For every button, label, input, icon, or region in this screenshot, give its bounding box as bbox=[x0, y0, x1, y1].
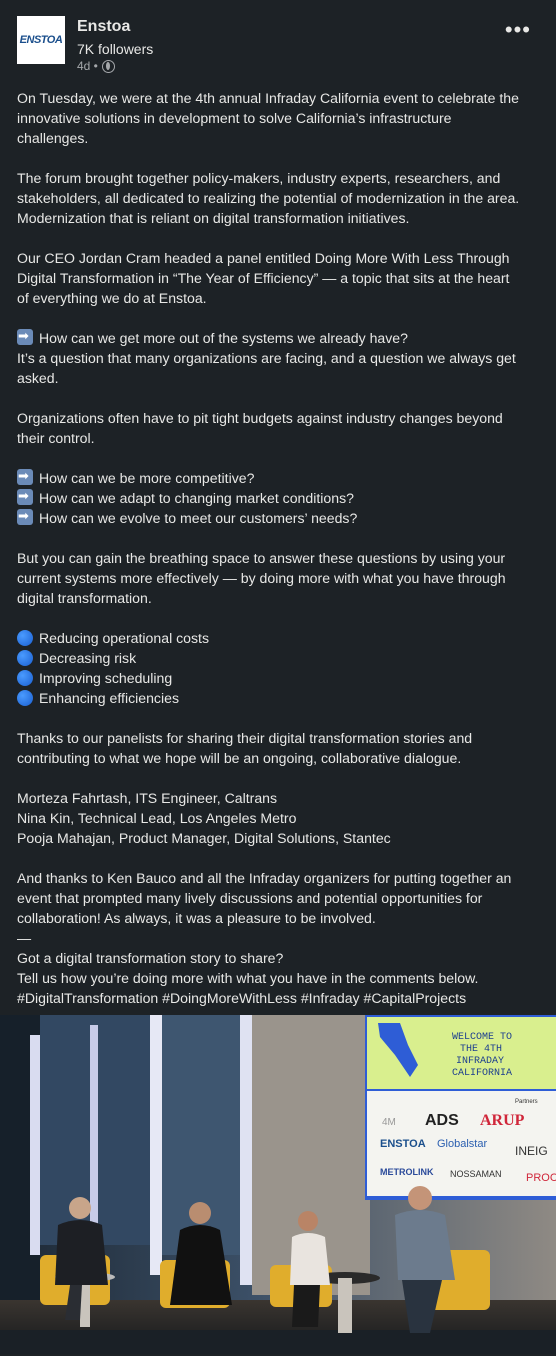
paragraph-breathing: But you can gain the breathing space to … bbox=[17, 548, 542, 608]
company-name[interactable]: Enstoa bbox=[77, 18, 130, 36]
panelist: Nina Kin, Technical Lead, Los Angeles Me… bbox=[17, 810, 297, 826]
bullet-item: Decreasing risk bbox=[17, 648, 542, 668]
question-text: How can we adapt to changing market cond… bbox=[39, 490, 354, 506]
text-line: And thanks to Ken Bauco and all the Infr… bbox=[17, 870, 512, 886]
linkedin-post: ENSTOA Enstoa 7K followers 4d • ••• On T… bbox=[0, 0, 556, 1356]
arrow-right-icon bbox=[17, 507, 33, 527]
bullet-item: Reducing operational costs bbox=[17, 628, 542, 648]
question-text: How can we be more competitive? bbox=[39, 470, 255, 486]
sponsor-logo: INEIG bbox=[515, 1144, 548, 1158]
text-line: digital transformation. bbox=[17, 590, 152, 606]
text-line: current systems more effectively — by do… bbox=[17, 570, 506, 586]
text-line: It’s a question that many organizations … bbox=[17, 350, 516, 366]
paragraph-closing: And thanks to Ken Bauco and all the Infr… bbox=[17, 868, 542, 1008]
sponsor-logo: PROC bbox=[526, 1172, 556, 1184]
paragraph-forum: The forum brought together policy-makers… bbox=[17, 168, 542, 228]
text-line: contributing to what we hope will be an … bbox=[17, 750, 462, 766]
blue-circle-icon bbox=[17, 690, 33, 706]
text-line: of everything we do at Enstoa. bbox=[17, 290, 207, 306]
panelist: Morteza Fahrtash, ITS Engineer, Caltrans bbox=[17, 790, 278, 806]
question-line: How can we evolve to meet our customers’… bbox=[17, 507, 542, 528]
more-options-button[interactable]: ••• bbox=[505, 19, 531, 41]
bullet-text: Reducing operational costs bbox=[39, 630, 210, 646]
text-line: innovative solutions in development to s… bbox=[17, 110, 452, 126]
text-line: The forum brought together policy-makers… bbox=[17, 170, 501, 186]
text-line: On Tuesday, we were at the 4th annual In… bbox=[17, 90, 519, 106]
bullet-text: Enhancing efficiencies bbox=[39, 690, 179, 706]
text-line: collaboration! As always, it was a pleas… bbox=[17, 910, 376, 926]
text-line: Got a digital transformation story to sh… bbox=[17, 950, 284, 966]
text-line: But you can gain the breathing space to … bbox=[17, 550, 506, 566]
post-meta: 4d • bbox=[77, 59, 115, 73]
post-image[interactable]: WELCOME TO THE 4TH INFRADAY CALIFORNIA P… bbox=[0, 1015, 556, 1354]
question-line: How can we adapt to changing market cond… bbox=[17, 487, 542, 508]
screen-line: CALIFORNIA bbox=[452, 1068, 512, 1079]
text-line: challenges. bbox=[17, 130, 89, 146]
panel-photo: WELCOME TO THE 4TH INFRADAY CALIFORNIA P… bbox=[0, 1015, 556, 1354]
panelist: Pooja Mahajan, Product Manager, Digital … bbox=[17, 830, 391, 846]
screen-line: THE 4TH bbox=[460, 1044, 502, 1055]
arrow-right-icon bbox=[17, 467, 33, 487]
sponsor-logo: ARUP bbox=[480, 1112, 525, 1129]
globe-icon bbox=[101, 59, 115, 73]
blue-circle-icon bbox=[17, 630, 33, 646]
question-text: How can we evolve to meet our customers’… bbox=[39, 510, 358, 526]
bullet-item: Enhancing efficiencies bbox=[17, 688, 542, 708]
text-line: Tell us how you’re doing more with what … bbox=[17, 970, 479, 986]
post-body: On Tuesday, we were at the 4th annual In… bbox=[17, 88, 542, 1008]
panelist-list: Morteza Fahrtash, ITS Engineer, Caltrans… bbox=[17, 788, 542, 848]
text-line: Thanks to our panelists for sharing thei… bbox=[17, 730, 473, 746]
sponsor-logo: ENSTOA bbox=[380, 1138, 426, 1150]
question-line: How can we get more out of the systems w… bbox=[17, 327, 542, 348]
sponsor-logo: NOSSAMAN bbox=[450, 1169, 502, 1179]
sponsor-logo: METROLINK bbox=[380, 1167, 434, 1177]
follower-count: 7K followers bbox=[77, 41, 154, 57]
text-line: Digital Transformation in “The Year of E… bbox=[17, 270, 510, 286]
text-line: event that prompted many lively discussi… bbox=[17, 890, 483, 906]
blue-circle-icon bbox=[17, 670, 33, 686]
company-logo[interactable]: ENSTOA bbox=[17, 16, 65, 64]
text-line: their control. bbox=[17, 430, 95, 446]
question-text: How can we get more out of the systems w… bbox=[39, 330, 408, 346]
company-logo-text: ENSTOA bbox=[19, 34, 63, 46]
partners-label: Partners bbox=[515, 1099, 538, 1105]
question-list: How can we be more competitive? How can … bbox=[17, 467, 542, 528]
text-line: stakeholders, all dedicated to realizing… bbox=[17, 190, 520, 206]
separator-dash: — bbox=[17, 930, 32, 946]
post-header: ENSTOA Enstoa 7K followers 4d • ••• bbox=[17, 16, 539, 80]
sponsor-logo: 4M bbox=[382, 1117, 396, 1128]
blue-circle-icon bbox=[17, 650, 33, 666]
sponsor-logo: Globalstar bbox=[437, 1138, 487, 1150]
text-line: Organizations often have to pit tight bu… bbox=[17, 410, 503, 426]
bullet-text: Improving scheduling bbox=[39, 670, 173, 686]
text-line: Our CEO Jordan Cram headed a panel entit… bbox=[17, 250, 510, 266]
arrow-right-icon bbox=[17, 327, 33, 347]
screen-line: INFRADAY bbox=[456, 1056, 504, 1067]
paragraph-ceo: Our CEO Jordan Cram headed a panel entit… bbox=[17, 248, 542, 308]
sponsor-logo: ADS bbox=[425, 1112, 459, 1129]
paragraph-intro: On Tuesday, we were at the 4th annual In… bbox=[17, 88, 542, 148]
text-line: Modernization that is reliant on digital… bbox=[17, 210, 410, 226]
question-line: How can we be more competitive? bbox=[17, 467, 542, 488]
text-line: asked. bbox=[17, 370, 59, 386]
arrow-right-icon bbox=[17, 487, 33, 507]
paragraph-thanks: Thanks to our panelists for sharing thei… bbox=[17, 728, 542, 768]
bullet-item: Improving scheduling bbox=[17, 668, 542, 688]
bullet-list: Reducing operational costs Decreasing ri… bbox=[17, 628, 542, 708]
bullet-text: Decreasing risk bbox=[39, 650, 137, 666]
screen-line: WELCOME TO bbox=[452, 1032, 512, 1043]
paragraph-budgets: Organizations often have to pit tight bu… bbox=[17, 408, 542, 448]
paragraph-question: How can we get more out of the systems w… bbox=[17, 327, 542, 388]
hashtags[interactable]: #DigitalTransformation #DoingMoreWithLes… bbox=[17, 988, 542, 1008]
post-time: 4d • bbox=[77, 59, 98, 73]
